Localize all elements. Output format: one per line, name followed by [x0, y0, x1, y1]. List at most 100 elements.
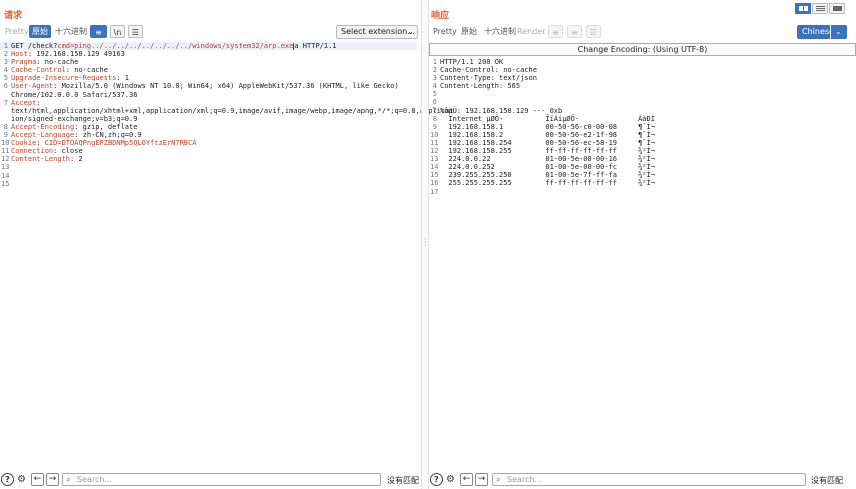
- extension-select-value: Select extension...: [341, 27, 415, 36]
- line-content: 192.168.158.1 00-50-56-c0-00-08 ¶¯Ì¬: [440, 123, 655, 131]
- line-number: 16: [430, 179, 439, 188]
- line-content: Accept-Language: zh-CN,zh;q=0.9: [11, 131, 142, 139]
- line-content: Accept:: [11, 99, 41, 107]
- code-line: 1 GET /check?cmd=ping../../../../../../..…: [0, 42, 417, 51]
- code-line: 5: [429, 90, 852, 98]
- request-pane: 请求 Pretty 原始 十六进制 ≡ \n ☰ Select extensio…: [0, 0, 454, 489]
- gear-icon[interactable]: ⚙: [15, 473, 28, 486]
- search-icon: ⌕: [496, 475, 501, 484]
- line-number: 3: [3, 58, 8, 67]
- line-value: ion/signed-exchange;v=b3;q=0.9: [11, 114, 138, 123]
- code-line: 2 Host: 192.168.158.129 49163: [0, 50, 417, 58]
- show-newlines-button[interactable]: \n: [110, 25, 125, 38]
- code-line: 6: [429, 98, 852, 106]
- line-value: : 2: [70, 155, 83, 164]
- response-no-match: 没有匹配: [811, 476, 843, 485]
- arrow-left-icon[interactable]: ←: [460, 473, 473, 486]
- help-icon[interactable]: ?: [1, 473, 14, 486]
- code-line: 10 192.168.158.2 00-50-56-e2-1f-98 ¶¯Ì¬: [429, 131, 852, 139]
- cookie-value: CID=DTOAQPngEPZBDNMp5QLOYftzErN7RBCA: [44, 139, 197, 148]
- response-tab-render[interactable]: Render: [514, 25, 548, 38]
- language-select[interactable]: Chinese: [797, 25, 834, 39]
- code-line: 8 Accept-Encoding: gzip, deflate: [0, 123, 417, 131]
- change-encoding-button[interactable]: Change Encoding: (Using UTF-8): [429, 43, 856, 56]
- response-wrap-button[interactable]: ≡: [548, 25, 563, 38]
- request-tab-hex[interactable]: 十六进制: [52, 25, 90, 38]
- line-number: 12: [430, 147, 439, 156]
- line-number: 3: [432, 74, 437, 83]
- line-number: 11: [430, 138, 439, 147]
- line-value: 255.255.255.255 ff-ff-ff-ff-ff-ff ¾²Ì¬: [440, 179, 655, 188]
- hamburger-icon: ☰: [131, 28, 140, 37]
- line-content: Upgrade-Insecure-Requests: 1: [11, 74, 129, 82]
- line-value: 192.168.158.255 ff-ff-ff-ff-ff-ff ¾²Ì¬: [440, 147, 655, 156]
- language-select-arrow[interactable]: ⌄: [831, 25, 847, 39]
- response-editor[interactable]: 1 HTTP/1.1 200 OK 2 Cache-Control: no-cache…: [429, 58, 852, 467]
- response-menu-button[interactable]: ☰: [586, 25, 601, 38]
- help-icon[interactable]: ?: [430, 473, 443, 486]
- line-content: Connection: close: [11, 147, 83, 155]
- request-menu-button[interactable]: ☰: [128, 25, 143, 38]
- request-search-input[interactable]: ⌕ Search...: [62, 473, 381, 486]
- drag-handle-icon: · · ·: [424, 235, 427, 250]
- code-line: 13: [0, 163, 417, 171]
- arrow-right-icon[interactable]: →: [475, 473, 488, 486]
- line-content: Cookie: CID=DTOAQPngEPZBDNMp5QLOYftzErN7…: [11, 139, 196, 147]
- response-tab-pretty[interactable]: Pretty: [430, 25, 460, 38]
- layout-single-toggle[interactable]: [829, 3, 845, 14]
- line-number: 8: [3, 122, 8, 131]
- header-name: Host: [11, 50, 28, 59]
- pane-splitter[interactable]: · · ·: [421, 0, 429, 489]
- line-content: Pragma: no-cache: [11, 58, 78, 66]
- newline-icon: ≡: [571, 28, 578, 37]
- line-value: :: [36, 98, 41, 107]
- line-number: 9: [3, 131, 8, 140]
- request-tab-pretty[interactable]: Pretty: [2, 25, 32, 38]
- request-no-match: 没有匹配: [387, 476, 419, 485]
- wrap-icon: ≡: [552, 28, 559, 37]
- line-number: 8: [432, 114, 437, 123]
- code-line: 14: [0, 172, 417, 180]
- line-value: : 192.168.158.129 49163: [27, 50, 125, 59]
- line-number: 15: [1, 179, 10, 188]
- code-line: text/html,application/xhtml+xml,applicat…: [0, 107, 454, 115]
- line-value: : Mozilla/5.0 (Windows NT 10.0; Win64; x…: [53, 82, 399, 91]
- response-newlines-button[interactable]: ≡: [567, 25, 582, 38]
- response-tab-raw[interactable]: 原始: [458, 25, 480, 38]
- layout-horizontal-toggle[interactable]: [812, 3, 828, 14]
- code-line: 16 255.255.255.255 ff-ff-ff-ff-ff-ff ¾²Ì…: [429, 179, 852, 187]
- code-line: 9 192.168.158.1 00-50-56-c0-00-08 ¶¯Ì¬: [429, 123, 852, 131]
- line-number: 6: [3, 82, 8, 91]
- response-search-input[interactable]: ⌕ Search...: [492, 473, 806, 486]
- line-number: 11: [1, 147, 10, 156]
- line-number: 17: [430, 187, 439, 196]
- chevron-down-icon: ⌄: [835, 27, 842, 36]
- arrow-right-icon[interactable]: →: [46, 473, 59, 486]
- layout-split-toggle[interactable]: [795, 3, 811, 14]
- line-content: 192.168.158.255 ff-ff-ff-ff-ff-ff ¾²Ì¬: [440, 147, 655, 155]
- request-editor[interactable]: 1 GET /check?cmd=ping../../../../../../..…: [0, 42, 454, 467]
- code-line: 12 192.168.158.255 ff-ff-ff-ff-ff-ff ¾²Ì…: [429, 147, 852, 155]
- line-content: GET /check?cmd=ping../../../../../../../…: [11, 42, 337, 50]
- header-name: Cache-Control: [11, 66, 66, 75]
- request-tab-raw[interactable]: 原始: [29, 25, 51, 38]
- line-value: Chrome/102.0.0.0 Safari/537.36: [11, 90, 138, 99]
- line-value: 192.168.158.254 00-50-56-ec-58-19 ¶¯Ì¬: [440, 138, 655, 147]
- line-content: HTTP/1.1 200 OK: [440, 58, 503, 66]
- wrap-lines-button[interactable]: ≡: [90, 25, 107, 38]
- line-value: : close: [53, 147, 83, 156]
- line-value: 192.168.158.1 00-50-56-c0-00-08 ¶¯Ì¬: [440, 122, 655, 131]
- line-value: Content-Length: 565: [440, 82, 521, 91]
- header-name: Pragma: [11, 58, 37, 67]
- line-content: 192.168.158.2 00-50-56-e2-1f-98 ¶¯Ì¬: [440, 131, 655, 139]
- extension-select[interactable]: Select extension... ⌄: [336, 25, 418, 39]
- line-content: Content-Length: 565: [440, 82, 520, 90]
- arrow-left-icon[interactable]: ←: [31, 473, 44, 486]
- line-value: : gzip, deflate: [74, 122, 138, 131]
- line-content: User-Agent: Mozilla/5.0 (Windows NT 10.0…: [11, 82, 399, 90]
- line-number: 10: [1, 139, 10, 148]
- gear-icon[interactable]: ⚙: [444, 473, 457, 486]
- line-number: 4: [3, 66, 8, 75]
- line-number: 7: [432, 106, 437, 115]
- request-line-version: a HTTP/1.1: [294, 42, 337, 50]
